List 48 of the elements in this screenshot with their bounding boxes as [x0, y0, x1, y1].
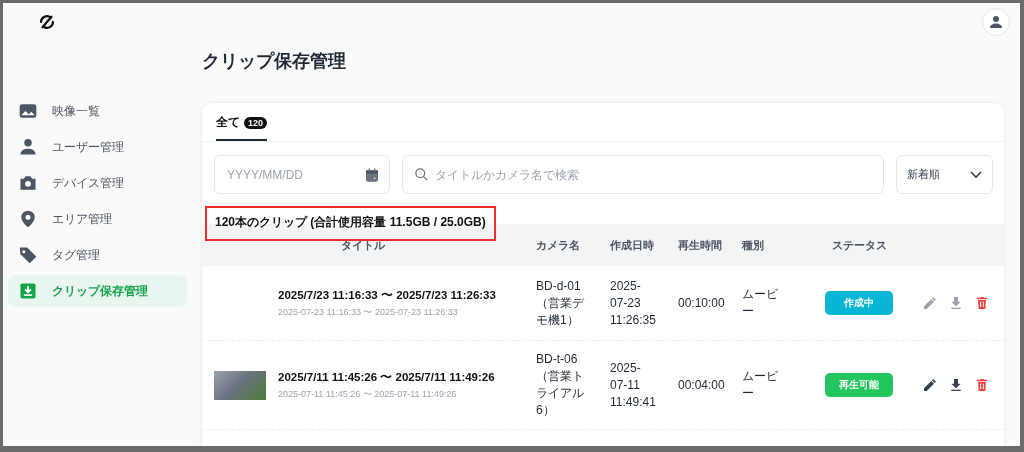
count-badge: 120: [244, 116, 268, 129]
download-icon: [948, 377, 964, 393]
sort-dropdown[interactable]: 新着順: [896, 155, 993, 194]
page-title: クリップ保存管理: [202, 50, 347, 73]
calendar-icon: [364, 167, 380, 183]
sidebar-item[interactable]: 映像一覧: [8, 95, 187, 127]
image-icon: [18, 101, 38, 121]
logo-icon: [38, 13, 56, 31]
clip-title[interactable]: 2025/7/11 11:45:26 〜 2025/7/11 11:49:26: [278, 369, 495, 385]
duration: 00:10:00: [678, 296, 725, 310]
camera-name: BD-d-01（営業デモ機1）: [536, 277, 585, 329]
clip-time-range: 2025-07-23 11:16:33 〜 2025-07-23 11:26:33: [278, 305, 458, 319]
created-date: 2025-07-11 11:49:41: [610, 359, 656, 411]
download-icon: [948, 295, 964, 311]
account-avatar[interactable]: [982, 8, 1010, 36]
clip-time-range: 2025-07-11 11:45:26 〜 2025-07-11 11:49:26: [278, 387, 457, 401]
clip-title[interactable]: 2025/7/23 11:16:33 〜 2025/7/23 11:26:33: [278, 287, 496, 303]
column-header: カメラ名: [535, 237, 581, 253]
status-badge: 作成中: [825, 291, 893, 315]
column-header: 種別: [741, 237, 765, 253]
map-pin-icon: [18, 209, 38, 229]
clip-summary: 120本のクリップ (合計使用容量 11.5GB / 25.0GB): [215, 215, 486, 229]
user-icon: [18, 137, 38, 157]
download-box-icon: [18, 281, 38, 301]
status-badge: 再生可能: [825, 373, 893, 397]
trash-icon: [974, 295, 990, 311]
clip-type: ムービー: [742, 286, 779, 320]
clip-type: ムービー: [742, 368, 779, 402]
column-header: 作成日時: [609, 237, 655, 253]
camera-icon: [18, 173, 38, 193]
trash-icon: [974, 377, 990, 393]
filter-tab[interactable]: 全て: [216, 114, 240, 131]
sidebar-item[interactable]: デバイス管理: [8, 167, 187, 199]
sidebar-item[interactable]: タグ管理: [8, 239, 187, 271]
duration: 00:04:00: [678, 378, 725, 392]
pencil-icon: [922, 295, 938, 311]
pencil-icon: [922, 377, 938, 393]
column-header: 再生時間: [677, 237, 723, 253]
date-field[interactable]: YYYY/MM/DD: [214, 155, 390, 194]
created-date: 2025-07-23 11:26:35: [610, 277, 656, 329]
chevron-down-icon: [970, 170, 982, 179]
column-header: ステータス: [830, 237, 888, 253]
sidebar-item[interactable]: ユーザー管理: [8, 131, 187, 163]
tag-icon: [18, 245, 38, 265]
camera-name: BD-t-06（営業トライアル6）: [536, 351, 585, 419]
column-header: タイトル: [340, 237, 386, 253]
search-field[interactable]: タイトルかカメラ名で検索: [402, 155, 884, 194]
sidebar-item[interactable]: エリア管理: [8, 203, 187, 235]
